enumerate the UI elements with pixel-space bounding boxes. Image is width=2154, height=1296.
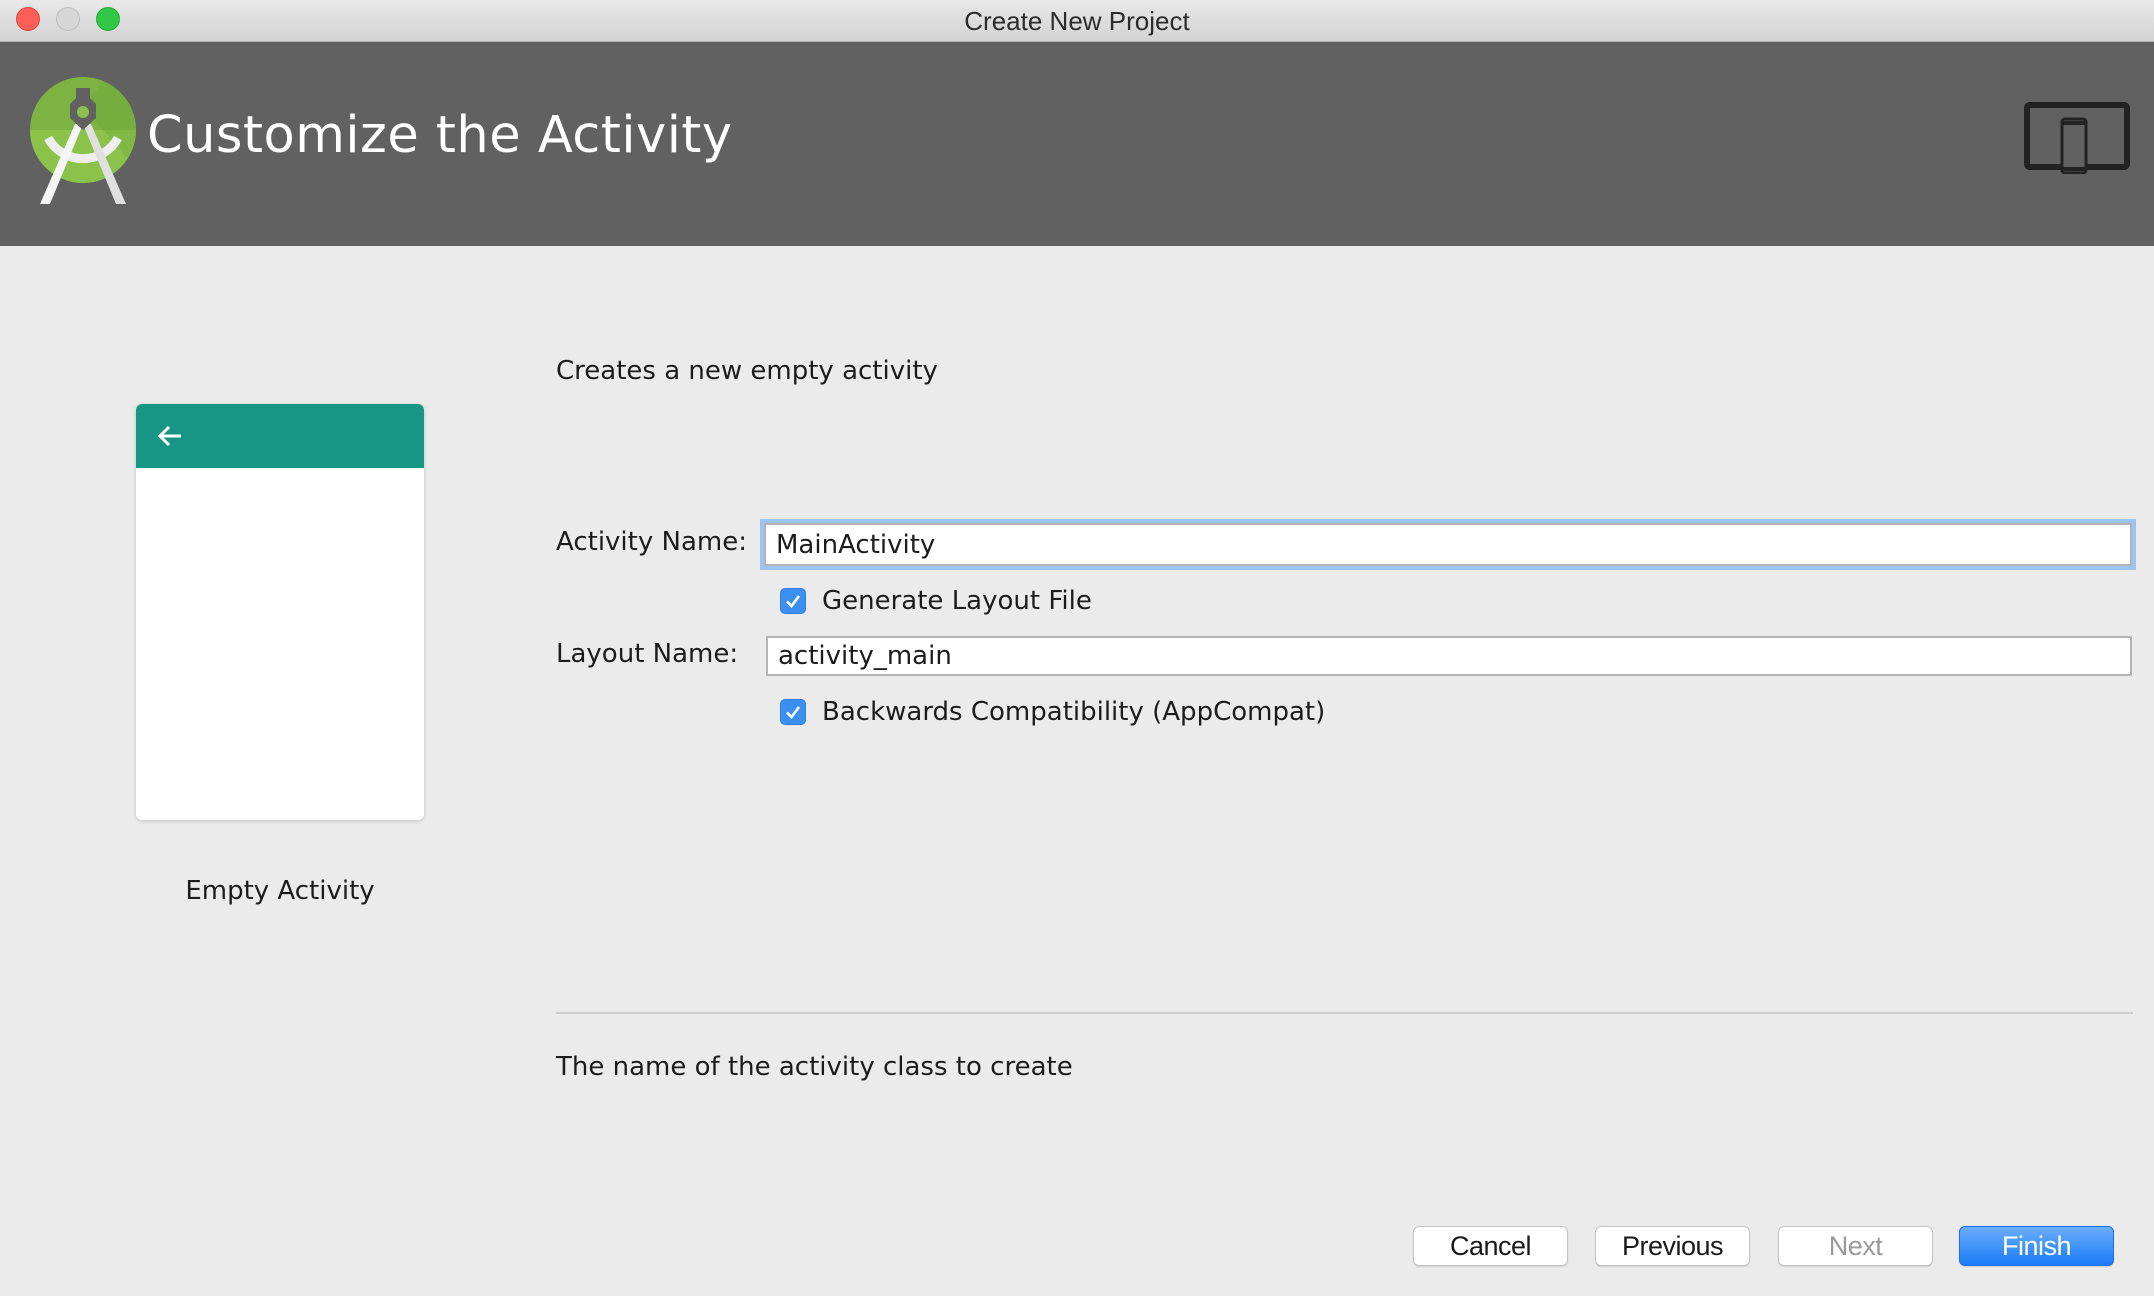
generate-layout-checkbox[interactable] [780, 588, 806, 614]
backwards-compat-label: Backwards Compatibility (AppCompat) [822, 697, 1326, 727]
back-arrow-icon [157, 425, 181, 447]
window-title: Create New Project [964, 6, 1190, 36]
page-title: Customize the Activity [147, 106, 733, 165]
finish-button[interactable]: Finish [1959, 1226, 2114, 1266]
wizard-header: Customize the Activity [0, 42, 2154, 246]
field-hint: The name of the activity class to create [556, 1052, 1073, 1082]
generate-layout-label: Generate Layout File [822, 586, 1092, 616]
template-description: Creates a new empty activity [556, 356, 938, 386]
template-name: Empty Activity [185, 876, 375, 906]
checkmark-icon [786, 706, 801, 719]
next-button: Next [1778, 1226, 1933, 1266]
generate-layout-checkbox-row[interactable]: Generate Layout File [780, 586, 1092, 616]
checkmark-icon [786, 595, 801, 608]
backwards-compat-checkbox-row[interactable]: Backwards Compatibility (AppCompat) [780, 697, 1325, 727]
layout-name-label: Layout Name: [556, 639, 739, 669]
window-titlebar: Create New Project [0, 0, 2154, 42]
activity-name-input[interactable] [764, 523, 2132, 566]
tablet-phone-icon[interactable] [2024, 102, 2130, 174]
separator [556, 1012, 2133, 1014]
activity-preview-card [136, 404, 424, 820]
previous-button[interactable]: Previous [1595, 1226, 1750, 1266]
cancel-button[interactable]: Cancel [1413, 1226, 1568, 1266]
android-studio-logo-icon [30, 77, 136, 204]
layout-name-input[interactable] [766, 636, 2132, 676]
backwards-compat-checkbox[interactable] [780, 699, 806, 725]
preview-app-bar [136, 404, 424, 468]
activity-name-label: Activity Name: [556, 527, 747, 557]
